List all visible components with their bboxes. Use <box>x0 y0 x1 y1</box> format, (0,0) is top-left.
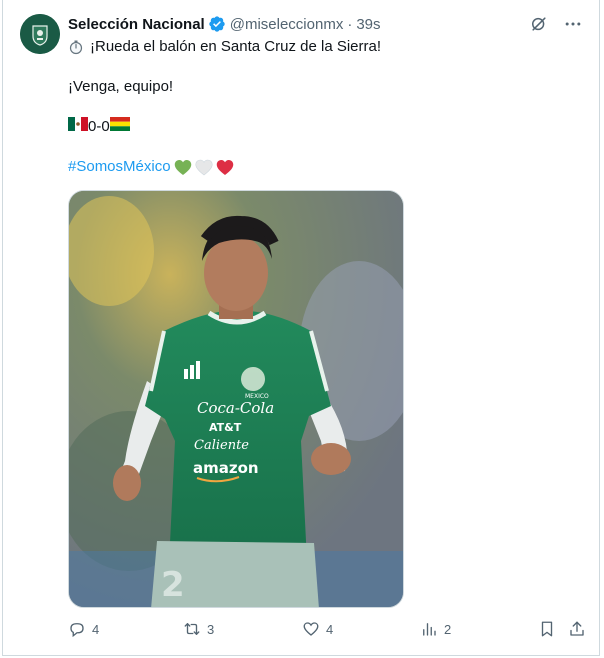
hashtag-line: #SomosMéxico <box>68 156 588 178</box>
text-line-1-content: ¡Rueda el balón en Santa Cruz de la Sier… <box>90 38 382 55</box>
verified-badge-icon <box>208 15 226 33</box>
grok-icon[interactable] <box>529 14 549 34</box>
author-name[interactable]: Selección Nacional <box>68 16 205 33</box>
bookmark-icon <box>541 621 553 637</box>
author-handle[interactable]: @miseleccionmx <box>230 16 344 33</box>
like-icon <box>303 622 319 636</box>
reply-icon <box>70 623 84 638</box>
reply-count: 4 <box>92 621 100 637</box>
views-count: 2 <box>444 621 452 637</box>
header-actions <box>529 14 583 34</box>
like-count: 4 <box>326 621 334 637</box>
like-button[interactable]: 4 <box>302 620 333 638</box>
action-bar: 4 3 4 2 <box>68 620 586 642</box>
sponsor-caliente: Caliente <box>194 438 249 453</box>
repost-icon <box>184 623 200 635</box>
share-button[interactable] <box>568 620 586 638</box>
repost-count: 3 <box>207 621 215 637</box>
hashtag-link[interactable]: #SomosMéxico <box>68 157 171 177</box>
tweet-text: ¡Rueda el balón en Santa Cruz de la Sier… <box>68 36 588 178</box>
avatar[interactable] <box>20 14 60 54</box>
tweet-photo[interactable]: 2 MEXICO Coca-Cola AT&T Caliente amazon <box>68 190 404 608</box>
shorts-number: 2 <box>161 565 185 605</box>
views-icon <box>423 623 436 636</box>
sponsor-att: AT&T <box>209 421 242 434</box>
repost-button[interactable]: 3 <box>183 620 214 638</box>
tweet-header: Selección Nacional @miseleccionmx · 39s <box>68 14 579 34</box>
header-separator: · <box>347 15 353 33</box>
federation-logo <box>20 14 60 54</box>
mexico-flag-icon <box>68 117 88 137</box>
sponsor-amazon: amazon <box>193 459 259 477</box>
reply-button[interactable]: 4 <box>68 620 99 638</box>
player-photo: 2 MEXICO Coca-Cola AT&T Caliente amazon <box>69 191 403 607</box>
score-text: 0-0 <box>88 118 110 135</box>
red-heart-icon <box>216 159 234 176</box>
score-line: 0-0 <box>68 116 588 138</box>
more-options-icon[interactable] <box>563 14 583 34</box>
white-heart-icon <box>194 159 213 176</box>
sponsor-cocacola: Coca-Cola <box>197 399 274 417</box>
bookmark-button[interactable] <box>538 620 556 638</box>
bolivia-flag-icon <box>109 117 130 137</box>
stopwatch-icon <box>68 39 84 55</box>
text-line-1: ¡Rueda el balón en Santa Cruz de la Sier… <box>68 36 588 58</box>
tweet-card[interactable]: Selección Nacional @miseleccionmx · 39s <box>2 0 600 656</box>
post-time[interactable]: 39s <box>356 16 380 33</box>
views-button[interactable]: 2 <box>420 620 451 638</box>
text-line-2: ¡Venga, equipo! <box>68 78 174 95</box>
share-icon <box>570 621 584 636</box>
green-heart-icon <box>174 159 192 176</box>
